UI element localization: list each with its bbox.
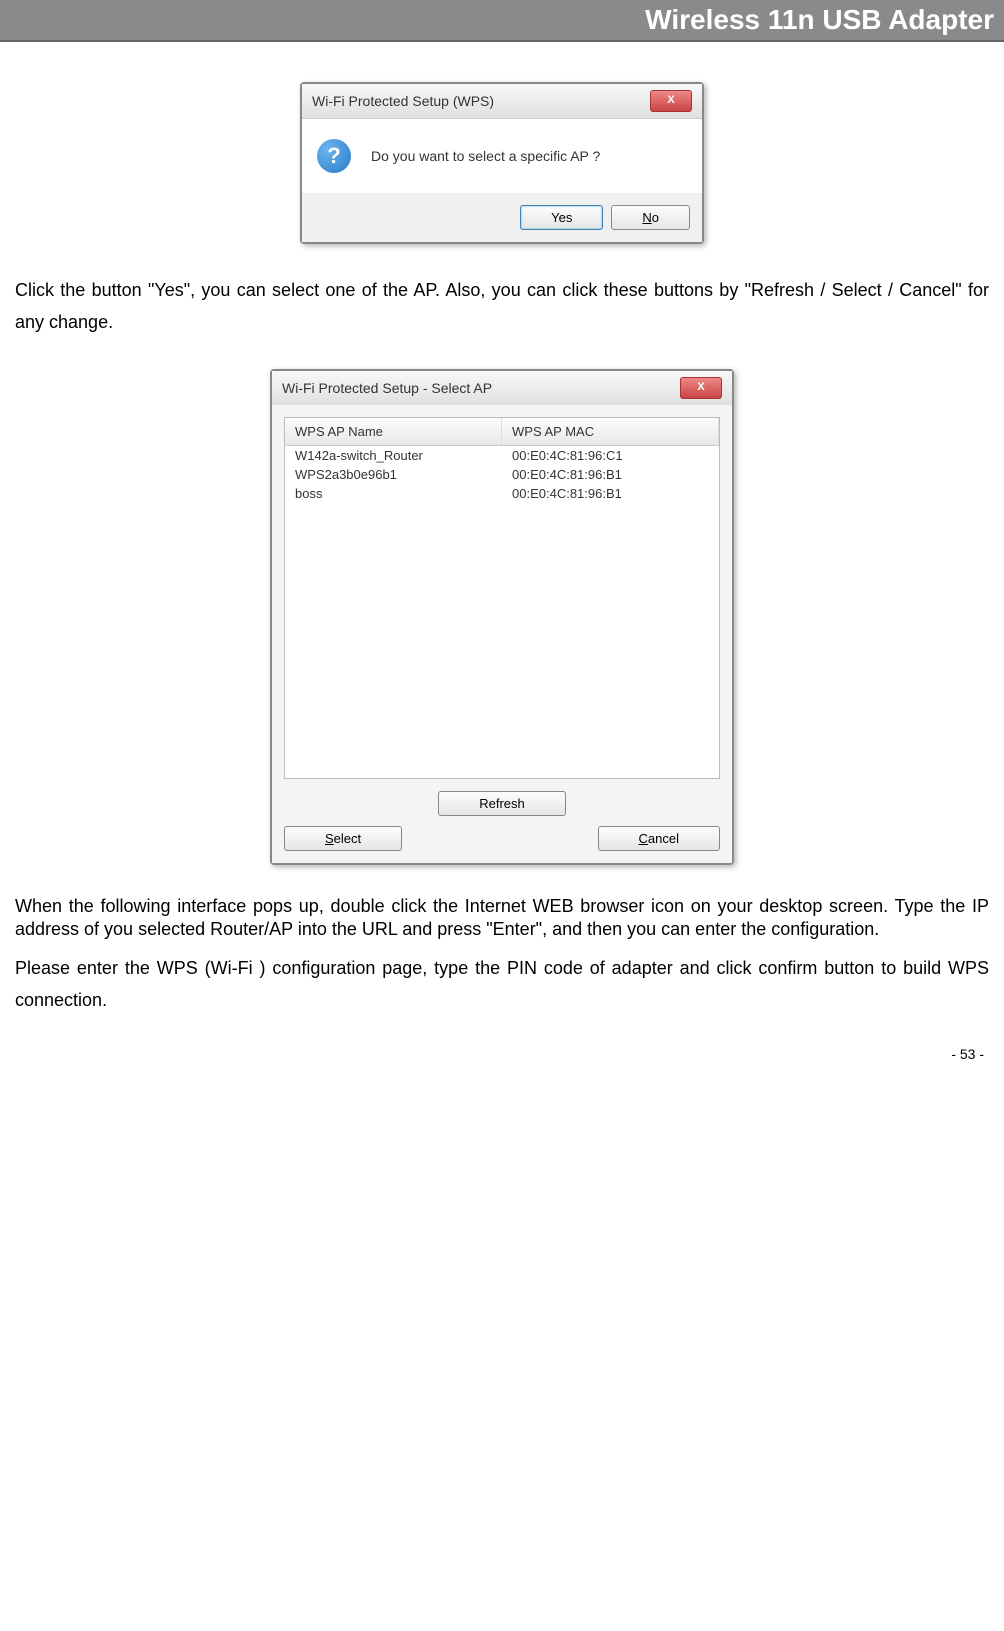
no-button[interactable]: No [611,205,690,230]
dialog2-bottom-buttons: Select Cancel [284,826,720,851]
dialog1-message: Do you want to select a specific AP ? [371,148,600,164]
refresh-button[interactable]: Refresh [438,791,566,816]
page-header: Wireless 11n USB Adapter [0,0,1004,42]
ap-name-cell: boss [285,484,502,503]
dialog2-titlebar: Wi-Fi Protected Setup - Select AP X [272,371,732,405]
ap-name-cell: WPS2a3b0e96b1 [285,465,502,484]
close-button[interactable]: X [650,90,692,112]
dialog1-body: ? Do you want to select a specific AP ? [302,119,702,193]
dialog2-title: Wi-Fi Protected Setup - Select AP [282,380,492,396]
paragraph-1: Click the button "Yes", you can select o… [15,274,989,339]
question-icon: ? [317,139,351,173]
ap-mac-cell: 00:E0:4C:81:96:C1 [502,446,719,465]
dialog1-titlebar: Wi-Fi Protected Setup (WPS) X [302,84,702,119]
yes-button[interactable]: Yes [520,205,603,230]
cancel-button[interactable]: Cancel [598,826,720,851]
close-button[interactable]: X [680,377,722,399]
dialog1-wrapper: Wi-Fi Protected Setup (WPS) X ? Do you w… [15,82,989,244]
ap-mac-cell: 00:E0:4C:81:96:B1 [502,484,719,503]
paragraph-3: Please enter the WPS (Wi-Fi ) configurat… [15,952,989,1017]
select-button[interactable]: Select [284,826,402,851]
ap-list-header: WPS AP Name WPS AP MAC [285,418,719,446]
ap-row[interactable]: W142a-switch_Router 00:E0:4C:81:96:C1 [285,446,719,465]
ap-row[interactable]: boss 00:E0:4C:81:96:B1 [285,484,719,503]
page-number: - 53 - [0,1036,1004,1072]
dialog2-mid-buttons: Refresh [284,791,720,816]
ap-list[interactable]: WPS AP Name WPS AP MAC W142a-switch_Rout… [284,417,720,779]
dialog2-body: WPS AP Name WPS AP MAC W142a-switch_Rout… [272,405,732,863]
ap-mac-cell: 00:E0:4C:81:96:B1 [502,465,719,484]
dialog2-wrapper: Wi-Fi Protected Setup - Select AP X WPS … [15,369,989,865]
col-mac-header[interactable]: WPS AP MAC [502,418,719,445]
ap-row[interactable]: WPS2a3b0e96b1 00:E0:4C:81:96:B1 [285,465,719,484]
dialog1-title: Wi-Fi Protected Setup (WPS) [312,93,494,109]
wps-select-ap-dialog: Wi-Fi Protected Setup - Select AP X WPS … [270,369,734,865]
paragraph-2: When the following interface pops up, do… [15,895,989,942]
dialog1-button-row: Yes No [302,193,702,242]
wps-confirm-dialog: Wi-Fi Protected Setup (WPS) X ? Do you w… [300,82,704,244]
header-title: Wireless 11n USB Adapter [645,4,994,35]
ap-name-cell: W142a-switch_Router [285,446,502,465]
col-name-header[interactable]: WPS AP Name [285,418,502,445]
